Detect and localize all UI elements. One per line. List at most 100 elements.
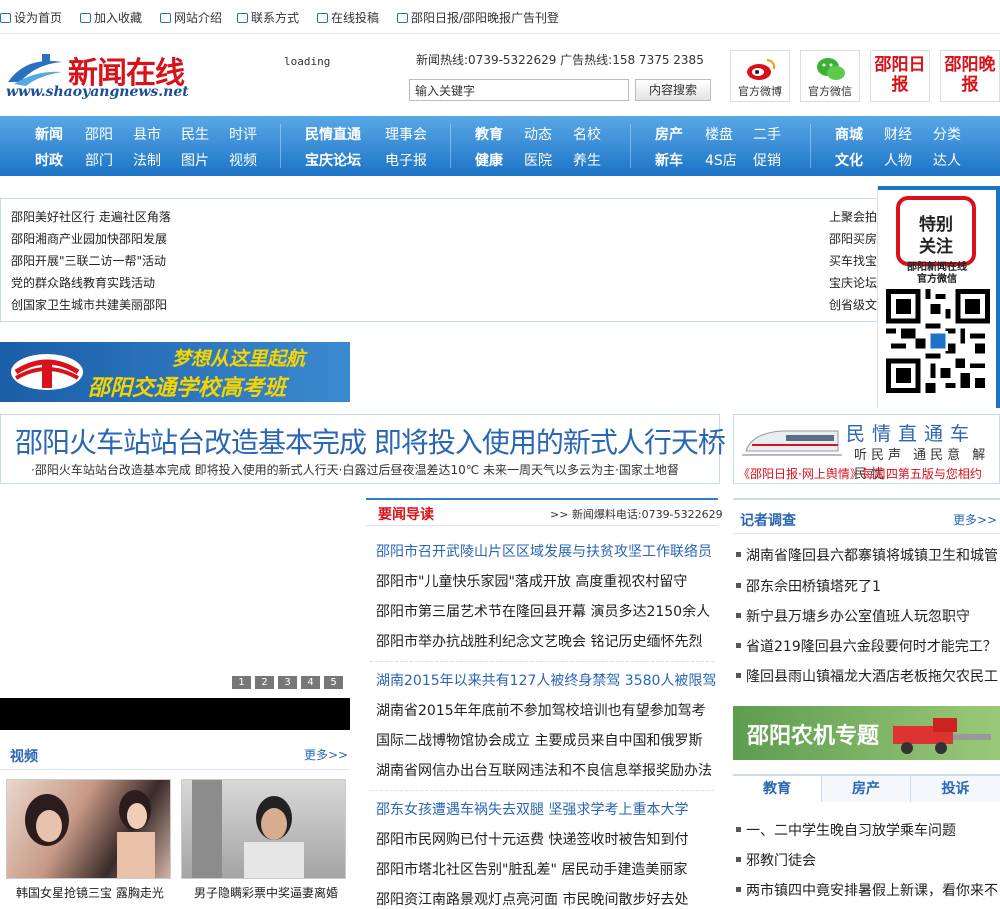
- nav-education[interactable]: 教育: [475, 124, 503, 144]
- search-button[interactable]: 内容搜索: [635, 79, 711, 101]
- key-news-item[interactable]: 湖南省网信办出台互联网违法和不良信息举报奖励办法: [376, 760, 712, 780]
- contact-link[interactable]: 联系方式: [237, 9, 299, 26]
- slider-page-2[interactable]: 2: [255, 676, 274, 689]
- nav-law[interactable]: 法制: [133, 150, 161, 170]
- reporter-more-link[interactable]: 更多>>: [953, 511, 997, 528]
- nav-schools[interactable]: 名校: [573, 124, 601, 144]
- special-focus-panel[interactable]: 特别 关注 邵阳新闻在线 官方微信: [877, 186, 1000, 408]
- minqing-banner[interactable]: 民情直通车 听民声 通民意 解民忧 《邵阳日报·网上舆情》每周四第五版与您相约: [733, 414, 1000, 484]
- video-more-link[interactable]: 更多>>: [304, 746, 348, 763]
- nav-promotions[interactable]: 促销: [753, 150, 781, 170]
- nav-news[interactable]: 新闻: [35, 124, 63, 144]
- shaoyang-daily-box[interactable]: 邵阳日报: [870, 50, 930, 102]
- topic-link[interactable]: 邵阳美好社区行 走遍社区角落: [11, 208, 171, 225]
- video-caption[interactable]: 韩国女星抢镜三宝 露胸走光: [16, 884, 164, 901]
- key-news-item[interactable]: 邵东女孩遭遇车祸失去双腿 坚强求学考上重本大学: [376, 799, 688, 819]
- nav-shaoyang[interactable]: 邵阳: [85, 124, 113, 144]
- topic-link[interactable]: 邵阳开展"三联二访一帮"活动: [11, 252, 166, 269]
- set-homepage-link[interactable]: 设为首页: [0, 9, 62, 26]
- nav-mall[interactable]: 商城: [835, 124, 863, 144]
- topic-link[interactable]: 创国家卫生城市共建美丽邵阳: [11, 296, 167, 313]
- topic-link[interactable]: 邵阳湘商产业园加快邵阳发展: [11, 230, 167, 247]
- topic-link[interactable]: 党的群众路线教育实践活动: [11, 274, 155, 291]
- nav-video[interactable]: 视频: [229, 150, 257, 170]
- topic-link[interactable]: 创省级文: [829, 296, 877, 313]
- tab-realestate[interactable]: 房产: [822, 776, 911, 802]
- harvester-icon: [893, 718, 991, 754]
- slider-page-4[interactable]: 4: [301, 676, 320, 689]
- slider-page-1[interactable]: 1: [232, 676, 251, 689]
- nav-edu-news[interactable]: 动态: [524, 124, 552, 144]
- nav-people[interactable]: 人物: [884, 150, 912, 170]
- topic-link[interactable]: 邵阳买房: [829, 230, 877, 247]
- traffic-school-banner[interactable]: 梦想从这里起航 邵阳交通学校高考班: [0, 342, 350, 402]
- nav-council[interactable]: 理事会: [385, 124, 427, 144]
- slider-page-5[interactable]: 5: [324, 676, 343, 689]
- tab-education[interactable]: 教育: [733, 776, 822, 802]
- photo-slider[interactable]: 1 2 3 4 5: [0, 498, 350, 730]
- investigation-item[interactable]: 隆回县雨山镇福龙大酒店老板拖欠农民工: [736, 666, 1000, 686]
- nav-realestate[interactable]: 房产: [655, 124, 683, 144]
- nav-4s[interactable]: 4S店: [705, 150, 737, 170]
- nav-politics[interactable]: 时政: [35, 150, 63, 170]
- tab-list-item[interactable]: 一、二中学生晚自习放学乘车问题: [736, 820, 1000, 840]
- submit-article-link[interactable]: 在线投稿: [317, 9, 379, 26]
- tab-list-item[interactable]: 邪教门徒会: [736, 850, 1000, 870]
- nav-departments[interactable]: 部门: [85, 150, 113, 170]
- key-news-item[interactable]: 邵阳市举办抗战胜利纪念文艺晚会 铭记历史缅怀先烈: [376, 631, 702, 651]
- nav-photos[interactable]: 图片: [181, 150, 209, 170]
- nav-classified[interactable]: 分类: [933, 124, 961, 144]
- key-news-item[interactable]: 邵阳资江南路景观灯点亮河面 市民晚间散步好去处: [376, 889, 688, 909]
- investigation-item[interactable]: 省道219隆回县六金段要何时才能完工？: [736, 636, 1000, 656]
- nav-hospitals[interactable]: 医院: [524, 150, 552, 170]
- add-favorite-link[interactable]: 加入收藏: [80, 9, 142, 26]
- minqing-note: 《邵阳日报·网上舆情》每周四第五版与您相约: [738, 467, 982, 481]
- nav-culture[interactable]: 文化: [835, 150, 863, 170]
- topic-link[interactable]: 宝庆论坛: [829, 274, 877, 291]
- nav-forum[interactable]: 宝庆论坛: [305, 150, 361, 170]
- investigation-item[interactable]: 新宁县万塘乡办公室值班人玩忽职守: [736, 606, 1000, 626]
- nav-epaper[interactable]: 电子报: [385, 150, 427, 170]
- tab-list-item[interactable]: 两市镇四中竟安排暑假上新课，看你来不: [736, 880, 1000, 900]
- nav-newcars[interactable]: 新车: [655, 150, 683, 170]
- site-logo[interactable]: 新闻在线 www.shaoyangnews.net: [6, 48, 206, 104]
- bullet-icon: [736, 583, 741, 588]
- key-news-item[interactable]: 邵阳市民网购已付十元运费 快递签收时被告知到付: [376, 829, 688, 849]
- shaoyang-evening-box[interactable]: 邵阳晚报: [940, 50, 1000, 102]
- slider-page-3[interactable]: 3: [278, 676, 297, 689]
- key-news-item[interactable]: 邵阳市"儿童快乐家园"落成开放 高度重视农村留守: [376, 571, 687, 591]
- main-headline[interactable]: 邵阳火车站站台改造基本完成 即将投入使用的新式人行天桥: [15, 421, 726, 461]
- weibo-box[interactable]: 官方微博: [730, 50, 790, 102]
- tab-complaints[interactable]: 投诉: [911, 776, 1000, 802]
- nav-experts[interactable]: 达人: [933, 150, 961, 170]
- key-news-item[interactable]: 邵阳市召开武陵山片区区域发展与扶贫攻坚工作联络员: [376, 541, 712, 561]
- key-news-item[interactable]: 国际二战博物馆协会成立 主要成员来自中国和俄罗斯: [376, 730, 702, 750]
- nav-finance[interactable]: 财经: [884, 124, 912, 144]
- topic-link[interactable]: 买车找宝: [829, 252, 877, 269]
- nav-wellness[interactable]: 养生: [573, 150, 601, 170]
- key-news-item[interactable]: 湖南2015年以来共有127人被终身禁驾 3580人被限驾: [376, 670, 716, 690]
- key-news-item[interactable]: 邵阳市第三届艺术节在隆回县开幕 演员多达2150余人: [376, 601, 710, 621]
- nav-minqing[interactable]: 民情直通: [305, 124, 361, 144]
- nav-livelihood[interactable]: 民生: [181, 124, 209, 144]
- nav-counties[interactable]: 县市: [133, 124, 161, 144]
- nav-comment[interactable]: 时评: [229, 124, 257, 144]
- about-site-link[interactable]: 网站介绍: [160, 9, 222, 26]
- investigation-item[interactable]: 邵东佘田桥镇塔死了1: [736, 576, 1000, 596]
- key-news-item[interactable]: 湖南省2015年年底前不参加驾校培训也有望参加驾考: [376, 700, 706, 720]
- news-ticker[interactable]: ·邵阳火车站站台改造基本完成 即将投入使用的新式人行天·白露过后昼夜温差达10℃…: [31, 461, 699, 478]
- video-thumbnail[interactable]: [6, 779, 171, 879]
- agri-machinery-banner[interactable]: 邵阳农机专题: [733, 706, 1000, 760]
- search-input[interactable]: [409, 79, 629, 101]
- nav-buildings[interactable]: 楼盘: [705, 124, 733, 144]
- video-thumbnail[interactable]: [181, 779, 346, 879]
- investigation-item[interactable]: 湖南省隆回县六都寨镇将城镇卫生和城管: [736, 545, 1000, 565]
- ad-link[interactable]: 邵阳日报/邵阳晚报广告刊登: [397, 9, 559, 26]
- key-news-item[interactable]: 邵阳市塔北社区告别"脏乱差" 居民动手建造美丽家: [376, 859, 687, 879]
- double-chevron-icon: >>: [550, 508, 572, 521]
- wechat-box[interactable]: 官方微信: [800, 50, 860, 102]
- topic-link[interactable]: 上聚会拍: [829, 208, 877, 225]
- nav-health[interactable]: 健康: [475, 150, 503, 170]
- nav-secondhand[interactable]: 二手: [753, 124, 781, 144]
- video-caption[interactable]: 男子隐瞒彩票中奖逼妻离婚: [194, 884, 338, 901]
